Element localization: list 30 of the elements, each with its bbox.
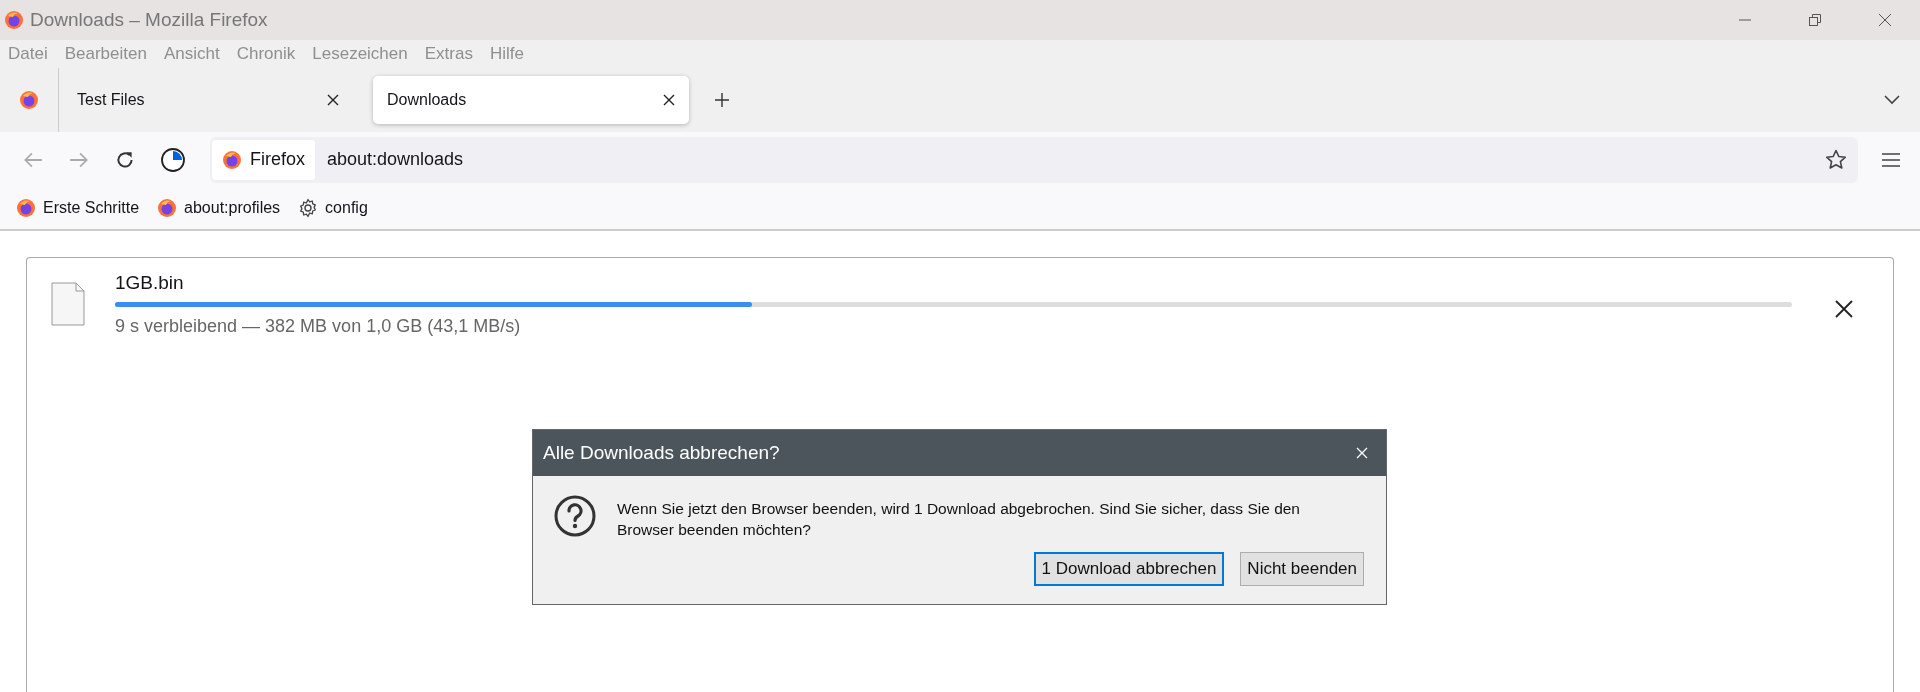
- dialog-title: Alle Downloads abbrechen?: [543, 442, 780, 464]
- gear-icon: [298, 198, 319, 218]
- star-icon[interactable]: [1824, 147, 1848, 172]
- dialog-button[interactable]: 1 Download abbrechen: [1033, 552, 1225, 586]
- file-icon: [51, 282, 85, 326]
- question-icon: [553, 494, 597, 538]
- menu-icon[interactable]: [1882, 152, 1900, 167]
- firefox-logo-icon: [19, 90, 39, 110]
- firefox-logo-icon: [157, 198, 178, 218]
- dialog-button[interactable]: Nicht beenden: [1240, 552, 1364, 586]
- tab[interactable]: Downloads: [373, 76, 689, 124]
- chevron-down-icon[interactable]: [1884, 95, 1900, 105]
- progress-clock-icon[interactable]: [160, 146, 186, 173]
- address-bar[interactable]: Firefox about:downloads: [210, 136, 1858, 183]
- download-status: 9 s verbleibend — 382 MB von 1,0 GB (43,1 MB/s): [115, 316, 522, 337]
- bookmark-item[interactable]: about:profiles: [157, 198, 281, 218]
- identity-button[interactable]: Firefox: [212, 139, 315, 180]
- firefox-logo-icon: [222, 149, 242, 170]
- new-tab-icon[interactable]: [714, 92, 730, 108]
- firefox-logo-icon: [16, 198, 36, 218]
- file-name: 1GB.bin: [115, 272, 185, 294]
- bookmark-item[interactable]: Erste Schritte: [16, 198, 140, 218]
- tab[interactable]: Test Files: [63, 76, 353, 124]
- close-icon[interactable]: [327, 94, 339, 106]
- dialog-message: Wenn Sie jetzt den Browser beenden, wird 1 Download abgebrochen. Sind Sie sicher, dass Sie den Browser beenden möchten?: [617, 499, 1301, 540]
- cancel-icon[interactable]: [1835, 300, 1853, 318]
- window-title: Downloads – Mozilla Firefox: [30, 9, 268, 31]
- close-icon[interactable]: [663, 94, 675, 106]
- bookmark-item[interactable]: config: [298, 198, 368, 218]
- firefox-logo-icon: [4, 10, 24, 30]
